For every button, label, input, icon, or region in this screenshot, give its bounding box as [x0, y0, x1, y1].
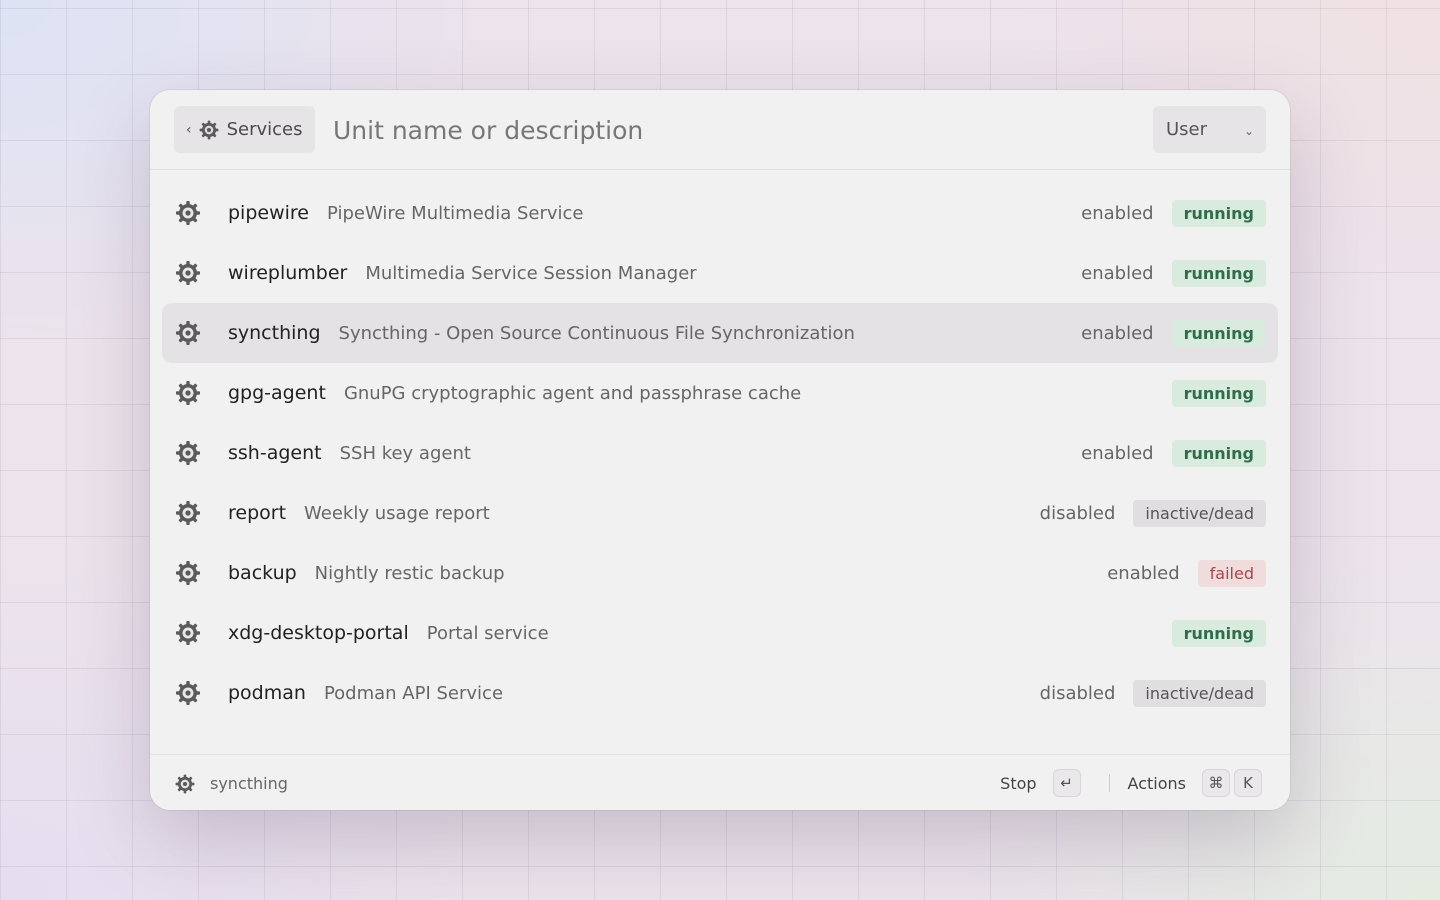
footer-actions: Stop ↵ Actions ⌘ K	[1000, 755, 1262, 810]
gear-icon	[176, 561, 200, 585]
back-button[interactable]: ‹ Services	[174, 106, 315, 153]
service-row-syncthing[interactable]: syncthing Syncthing - Open Source Contin…	[162, 303, 1278, 363]
search-input[interactable]	[333, 112, 1113, 148]
chevron-left-icon: ‹	[186, 121, 192, 138]
service-row-main: wireplumber Multimedia Service Session M…	[228, 243, 697, 303]
gear-icon	[176, 261, 200, 285]
service-description: Podman API Service	[323, 682, 504, 704]
service-row-podman[interactable]: podman Podman API Service disabled inact…	[162, 663, 1278, 723]
status-badge: inactive/dead	[1133, 499, 1266, 527]
gear-icon	[199, 120, 219, 139]
service-row-status: enabled running	[1081, 423, 1266, 483]
service-row-xdg-desktop-portal[interactable]: xdg-desktop-portal Portal service runnin…	[162, 603, 1278, 663]
footer-divider	[1108, 774, 1110, 792]
gear-icon	[176, 321, 200, 345]
scope-dropdown[interactable]: User ⌄	[1153, 106, 1266, 153]
service-name: wireplumber	[228, 262, 348, 284]
service-enabled-state: disabled	[1039, 502, 1116, 524]
header: ‹ Services User	[150, 90, 1290, 170]
service-description: SSH key agent	[339, 442, 471, 464]
gear-icon	[176, 441, 200, 465]
service-row-report[interactable]: report Weekly usage report disabled inac…	[162, 483, 1278, 543]
service-row-main: report Weekly usage report	[228, 483, 490, 543]
service-description: GnuPG cryptographic agent and passphrase…	[343, 382, 802, 404]
footer: syncthing Stop ↵ Actions ⌘ K	[150, 754, 1290, 810]
status-badge: running	[1171, 379, 1266, 407]
service-row-status: running	[1171, 603, 1266, 663]
service-row-ssh-agent[interactable]: ssh-agent SSH key agent enabled running	[162, 423, 1278, 483]
service-row-status: enabled failed	[1107, 543, 1266, 603]
gear-icon	[175, 774, 195, 794]
service-name: backup	[228, 562, 297, 584]
back-button-label: Services	[226, 119, 303, 140]
service-description: Weekly usage report	[304, 502, 490, 524]
service-description: PipeWire Multimedia Service	[327, 202, 584, 224]
status-badge: running	[1171, 619, 1266, 647]
service-row-status: disabled inactive/dead	[1040, 663, 1266, 723]
service-description: Nightly restic backup	[314, 562, 505, 584]
service-enabled-state: enabled	[1081, 322, 1154, 344]
status-badge: inactive/dead	[1133, 679, 1266, 707]
status-badge: running	[1171, 199, 1266, 227]
service-row-status: enabled running	[1081, 303, 1266, 363]
command-key-icon: ⌘	[1202, 769, 1230, 797]
service-row-status: enabled running	[1081, 243, 1266, 303]
gear-icon	[176, 201, 200, 225]
gear-icon	[176, 621, 200, 645]
service-row-main: backup Nightly restic backup	[228, 543, 505, 603]
gear-icon	[176, 381, 200, 405]
service-name: gpg-agent	[228, 382, 326, 404]
service-row-main: ssh-agent SSH key agent	[228, 423, 471, 483]
service-description: Portal service	[426, 622, 549, 644]
service-list: pipewire PipeWire Multimedia Service ena…	[162, 183, 1278, 723]
service-name: pipewire	[228, 202, 309, 224]
service-row-status: enabled running	[1081, 183, 1266, 243]
service-row-main: pipewire PipeWire Multimedia Service	[228, 183, 583, 243]
service-row-main: syncthing Syncthing - Open Source Contin…	[228, 303, 855, 363]
service-description: Syncthing - Open Source Continuous File …	[338, 322, 855, 344]
service-enabled-state: disabled	[1039, 682, 1116, 704]
stop-button[interactable]: Stop	[1000, 774, 1036, 793]
service-name: podman	[228, 682, 306, 704]
selected-service-name: syncthing	[210, 774, 288, 793]
service-name: syncthing	[228, 322, 321, 344]
service-name: report	[228, 502, 287, 524]
actions-button[interactable]: Actions	[1128, 774, 1186, 793]
service-enabled-state: enabled	[1107, 562, 1180, 584]
gear-icon	[176, 501, 200, 525]
status-badge: running	[1171, 439, 1266, 467]
service-enabled-state: enabled	[1081, 442, 1154, 464]
status-badge: failed	[1197, 559, 1266, 587]
gear-icon	[176, 681, 200, 705]
service-name: xdg-desktop-portal	[228, 622, 409, 644]
enter-key-icon: ↵	[1052, 769, 1081, 797]
service-description: Multimedia Service Session Manager	[365, 262, 697, 284]
service-row-status: running	[1171, 363, 1266, 423]
service-enabled-state: enabled	[1081, 202, 1154, 224]
services-window: ‹ Services User	[150, 90, 1290, 810]
service-row-main: gpg-agent GnuPG cryptographic agent and …	[228, 363, 801, 423]
service-row-gpg-agent[interactable]: gpg-agent GnuPG cryptographic agent and …	[162, 363, 1278, 423]
chevron-down-icon: ⌄	[1243, 124, 1254, 138]
service-name: ssh-agent	[228, 442, 322, 464]
service-row-main: xdg-desktop-portal Portal service	[228, 603, 549, 663]
status-badge: running	[1171, 259, 1266, 287]
k-key-icon: K	[1234, 769, 1262, 797]
service-row-pipewire[interactable]: pipewire PipeWire Multimedia Service ena…	[162, 183, 1278, 243]
service-row-status: disabled inactive/dead	[1040, 483, 1266, 543]
service-row-backup[interactable]: backup Nightly restic backup enabled fai…	[162, 543, 1278, 603]
service-row-wireplumber[interactable]: wireplumber Multimedia Service Session M…	[162, 243, 1278, 303]
status-badge: running	[1171, 319, 1266, 347]
scope-dropdown-value: User	[1166, 119, 1208, 140]
service-row-main: podman Podman API Service	[228, 663, 503, 723]
service-enabled-state: enabled	[1081, 262, 1154, 284]
